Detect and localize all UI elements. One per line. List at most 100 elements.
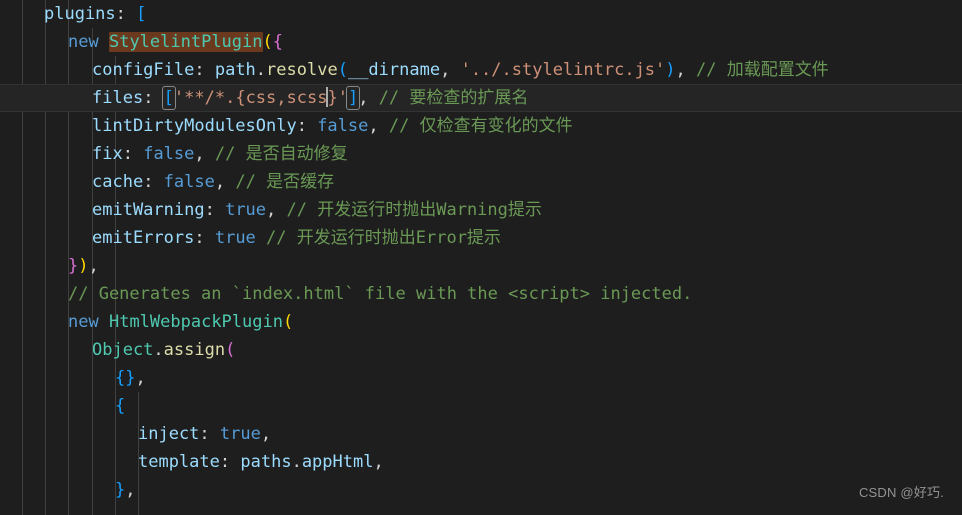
token-colon: : [199, 424, 220, 444]
token-string-glob-head: '**/*.{css,scss [173, 88, 328, 108]
token-comma: , [368, 116, 379, 136]
code-editor[interactable]: plugins: [ new StylelintPlugin({ configF… [0, 0, 962, 515]
token-keyword-new: new [68, 312, 99, 332]
token-open-brace: { [115, 368, 126, 388]
token-comma: , [266, 200, 277, 220]
token-comma: , [194, 144, 205, 164]
token-dot: . [291, 452, 302, 472]
code-line-lintdirtymodulesonly[interactable]: lintDirtyModulesOnly: false, // 仅检查有变化的文… [0, 112, 962, 140]
token-colon: : [296, 116, 318, 136]
token-close-paren: ) [78, 256, 89, 276]
token-keyword-new: new [68, 32, 99, 52]
token-property-inject: inject [138, 424, 200, 444]
token-value-false: false [163, 172, 215, 192]
code-line-files[interactable]: files: ['**/*.{css,scss}'], // 要检查的扩展名 [0, 84, 962, 112]
comment-only-changed-files: // 仅检查有变化的文件 [388, 116, 573, 136]
token-close-paren: ) [665, 60, 676, 80]
token-comma: , [214, 172, 226, 192]
code-line-close-stylelint[interactable]: }), [0, 252, 962, 280]
token-open-bracket: [ [136, 4, 147, 24]
token-open-paren: ( [282, 312, 294, 332]
code-line-emiterrors[interactable]: emitErrors: true // 开发运行时抛出Error提示 [0, 224, 962, 252]
watermark-text: CSDN @好巧. [858, 485, 944, 500]
token-comma: , [440, 60, 451, 80]
code-line-configfile[interactable]: configFile: path.resolve(__dirname, '../… [0, 56, 962, 84]
token-class-stylelint-plugin: StylelintPlugin [108, 32, 263, 52]
token-colon: : [194, 228, 215, 248]
token-comma: , [373, 452, 384, 472]
token-function-assign: assign [163, 340, 226, 360]
token-object-path: path [214, 60, 256, 80]
comment-extensions-to-check: // 要检查的扩展名 [378, 88, 529, 108]
code-line-cache[interactable]: cache: false, // 是否缓存 [0, 168, 962, 196]
token-property-fix: fix [92, 144, 123, 164]
token-colon: : [204, 200, 226, 220]
code-content[interactable]: plugins: [ new StylelintPlugin({ configF… [0, 0, 962, 504]
token-value-true: true [214, 228, 256, 248]
token-open-brace: { [272, 32, 283, 52]
token-colon: : [219, 452, 241, 472]
token-property-emitwarning: emitWarning [92, 200, 205, 220]
token-property-apphtml: appHtml [301, 452, 374, 472]
code-line-fix[interactable]: fix: false, // 是否自动修复 [0, 140, 962, 168]
comment-emit-errors: // 开发运行时抛出Error提示 [266, 228, 501, 248]
token-comma: , [358, 88, 369, 108]
token-value-false: false [143, 144, 195, 164]
token-string-glob-tail: }' [327, 88, 348, 108]
token-colon: : [115, 4, 137, 24]
token-close-brace: } [115, 480, 126, 500]
token-property-template: template [138, 452, 220, 472]
comment-cache: // 是否缓存 [235, 172, 335, 192]
token-object-Object: Object [92, 340, 154, 360]
code-line-template[interactable]: template: paths.appHtml, [0, 448, 962, 476]
token-open-bracket-matched: [ [161, 86, 176, 110]
token-comma: , [88, 256, 99, 276]
token-function-resolve: resolve [266, 60, 338, 80]
comment-generates-index-html: // Generates an `index.html` file with t… [68, 284, 693, 304]
comment-emit-warning: // 开发运行时抛出Warning提示 [286, 200, 542, 220]
token-property-files: files [92, 88, 144, 108]
comment-load-config-file: // 加载配置文件 [696, 60, 829, 80]
token-property-emiterrors: emitErrors [92, 228, 195, 248]
token-property-configfile: configFile [92, 60, 195, 80]
token-close-bracket-matched: ] [345, 86, 361, 110]
code-line-close-options[interactable]: }, [0, 476, 962, 504]
token-property-plugins: plugins [44, 4, 116, 24]
code-line-emitwarning[interactable]: emitWarning: true, // 开发运行时抛出Warning提示 [0, 196, 962, 224]
token-open-paren: ( [225, 340, 236, 360]
token-comma: , [675, 60, 686, 80]
code-line-plugins[interactable]: plugins: [ [0, 0, 962, 28]
code-line-empty-object[interactable]: {}, [0, 364, 962, 392]
token-string-stylelintrc: '../.stylelintrc.js' [460, 60, 666, 80]
code-line-inject[interactable]: inject: true, [0, 420, 962, 448]
token-comma: , [125, 480, 136, 500]
token-dot: . [255, 60, 267, 80]
token-open-brace: { [115, 396, 126, 416]
token-property-cache: cache [92, 172, 144, 192]
token-colon: : [143, 172, 164, 192]
token-object-paths: paths [240, 452, 292, 472]
token-close-brace: } [125, 368, 136, 388]
token-open-paren: ( [262, 32, 273, 52]
code-line-object-assign[interactable]: Object.assign( [0, 336, 962, 364]
token-value-true: true [225, 200, 267, 220]
token-comma: , [260, 424, 272, 444]
code-line-new-stylelint[interactable]: new StylelintPlugin({ [0, 28, 962, 56]
code-line-new-htmlwebpackplugin[interactable]: new HtmlWebpackPlugin( [0, 308, 962, 336]
token-colon: : [122, 144, 144, 164]
token-colon: : [143, 88, 164, 108]
code-line-open-options[interactable]: { [0, 392, 962, 420]
code-line-comment-generates[interactable]: // Generates an `index.html` file with t… [0, 280, 962, 308]
token-value-true: true [219, 424, 261, 444]
token-class-html-webpack-plugin: HtmlWebpackPlugin [108, 312, 283, 332]
